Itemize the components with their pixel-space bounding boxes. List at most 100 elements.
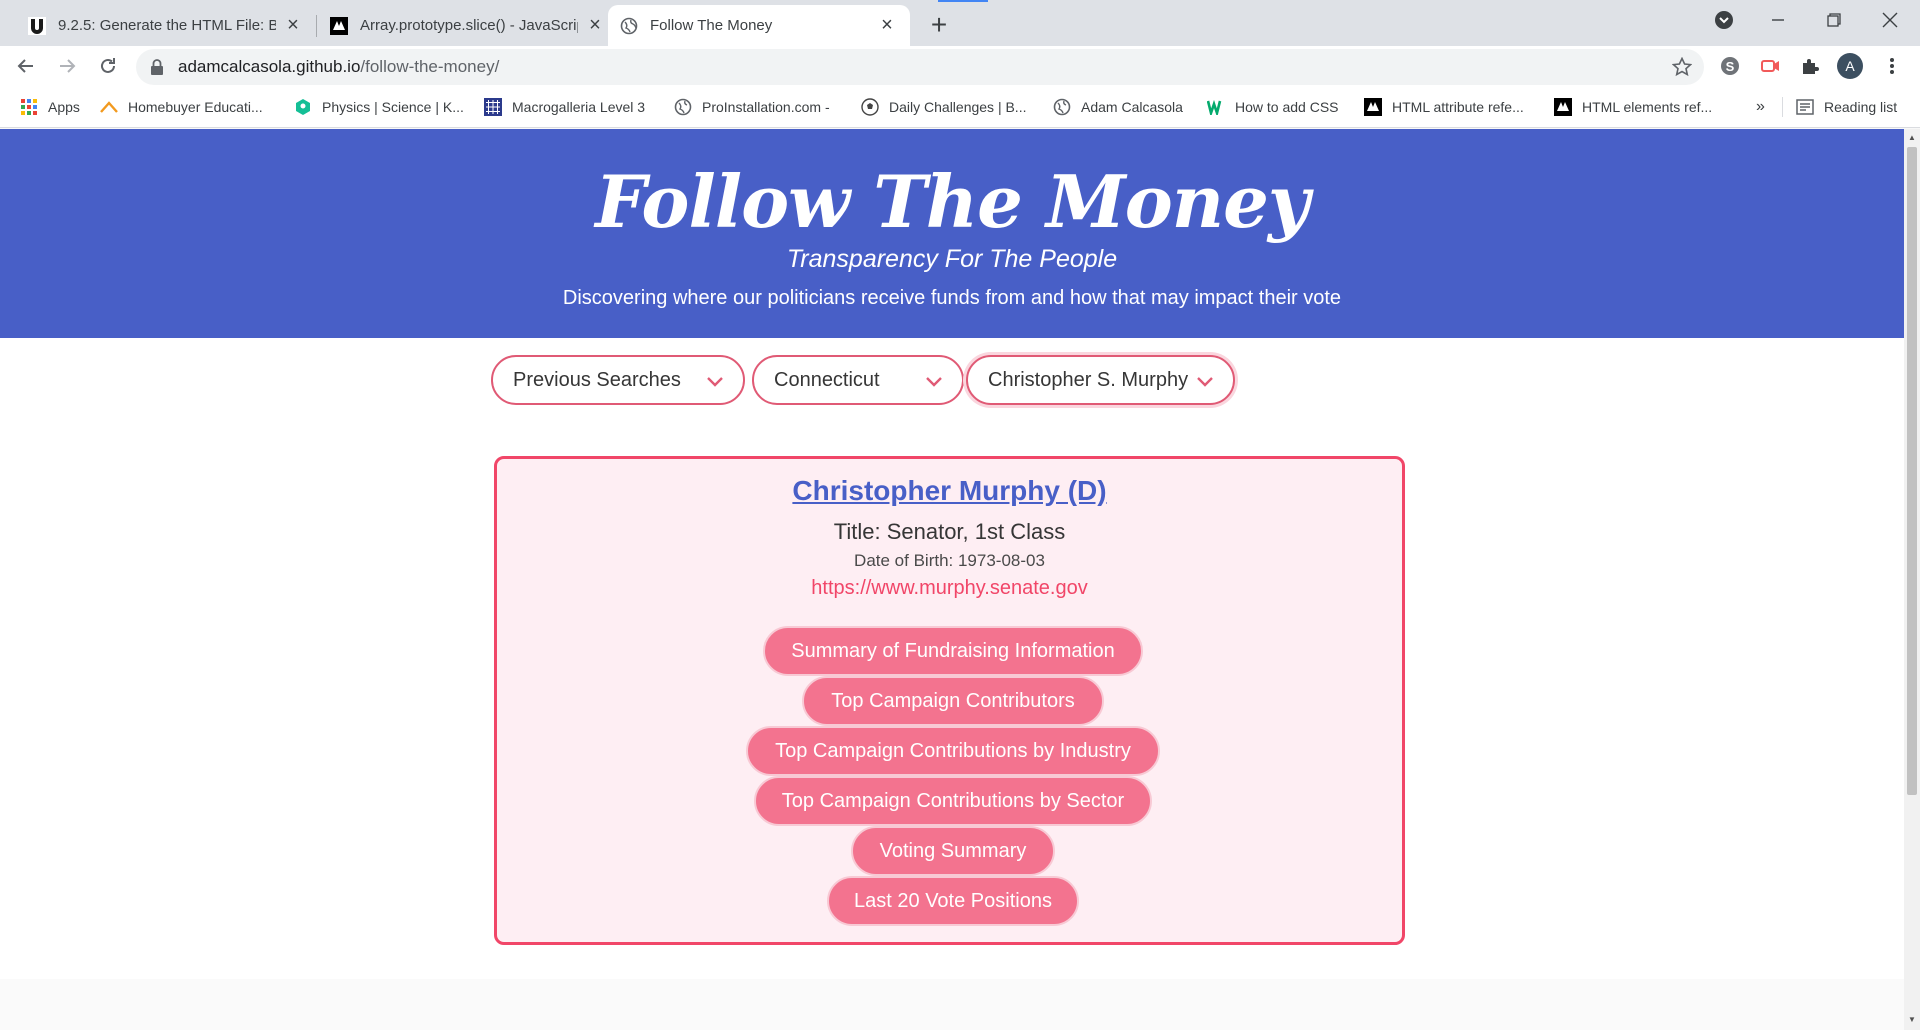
bookmark-label: Apps xyxy=(48,99,80,115)
politician-website-link[interactable]: https://www.murphy.senate.gov xyxy=(497,577,1402,600)
u-logo-icon xyxy=(28,16,46,35)
reading-list-label: Reading list xyxy=(1824,99,1898,115)
bookmark-label: HTML attribute refe... xyxy=(1392,99,1524,115)
screen-recorder-extension-button[interactable] xyxy=(1754,50,1786,82)
roof-icon xyxy=(100,98,118,116)
close-tab-icon[interactable]: × xyxy=(584,14,606,37)
new-tab-button[interactable]: + xyxy=(922,8,956,42)
bookmark-apps[interactable]: Apps xyxy=(20,95,80,119)
bookmark-physics[interactable]: Physics | Science | K... xyxy=(294,95,464,119)
page-description: Discovering where our politicians receiv… xyxy=(562,287,1342,309)
browser-toolbar: adamcalcasola.github.io/follow-the-money… xyxy=(0,46,1920,86)
minimize-icon xyxy=(1772,19,1784,21)
extensions-button[interactable] xyxy=(1794,50,1826,82)
globe-icon xyxy=(620,17,638,35)
tab-separator xyxy=(316,15,317,37)
reload-icon xyxy=(101,58,115,73)
tab-title: Array.prototype.slice() - JavaScrip xyxy=(360,17,578,34)
politician-select[interactable]: Christopher S. Murphy xyxy=(966,355,1235,405)
avatar: A xyxy=(1837,53,1863,79)
restore-button[interactable] xyxy=(1806,0,1862,40)
reading-list-button[interactable]: Reading list xyxy=(1796,95,1897,119)
bookmark-daily-challenges[interactable]: Daily Challenges | B... xyxy=(861,95,1026,119)
scroll-down-arrow-icon[interactable]: ▼ xyxy=(1907,1015,1917,1025)
arrow-right-icon xyxy=(60,59,76,73)
state-select[interactable]: Connecticut xyxy=(752,355,964,405)
skype-icon: S xyxy=(1721,57,1739,75)
forward-button[interactable] xyxy=(51,50,83,82)
page-subtitle: Transparency For The People xyxy=(786,245,1118,273)
bookmark-label: HTML elements ref... xyxy=(1582,99,1713,115)
close-window-button[interactable] xyxy=(1862,0,1918,40)
restore-icon xyxy=(1827,13,1841,27)
tab-generate-html[interactable]: 9.2.5: Generate the HTML File: Bo × xyxy=(16,5,316,46)
record-icon xyxy=(1761,60,1779,72)
close-tab-icon[interactable]: × xyxy=(282,14,304,37)
vote-positions-button[interactable]: Last 20 Vote Positions xyxy=(827,876,1079,926)
scrollbar-thumb[interactable] xyxy=(1907,147,1917,795)
more-vertical-icon xyxy=(1890,58,1894,74)
contributions-by-industry-button[interactable]: Top Campaign Contributions by Industry xyxy=(746,726,1160,776)
tab-title: 9.2.5: Generate the HTML File: Bo xyxy=(58,17,276,34)
soccer-ball-icon xyxy=(861,98,879,116)
select-value: Connecticut xyxy=(774,368,880,391)
mdn-logo-icon xyxy=(1364,98,1382,116)
tab-drag-indicator xyxy=(938,0,988,2)
contributions-by-sector-button[interactable]: Top Campaign Contributions by Sector xyxy=(754,776,1152,826)
apps-grid-icon xyxy=(20,98,38,116)
top-contributors-button[interactable]: Top Campaign Contributors xyxy=(802,676,1104,726)
chevron-down-icon xyxy=(707,377,723,387)
bookmarks-bar: Apps Homebuyer Educati... Physics | Scie… xyxy=(0,86,1920,128)
globe-icon xyxy=(1053,98,1071,116)
bookmark-label: Daily Challenges | B... xyxy=(889,99,1027,115)
bookmark-label: Homebuyer Educati... xyxy=(128,99,263,115)
tab-search-button[interactable] xyxy=(1696,0,1752,40)
chevron-down-icon xyxy=(926,377,942,387)
globe-icon xyxy=(674,98,692,116)
more-bookmarks-button[interactable]: » xyxy=(1756,95,1765,119)
page-title: Follow The Money xyxy=(595,159,1310,244)
previous-searches-select[interactable]: Previous Searches xyxy=(491,355,745,405)
reload-button[interactable] xyxy=(92,50,124,82)
select-value: Previous Searches xyxy=(513,368,681,391)
close-tab-icon[interactable]: × xyxy=(876,14,898,37)
browser-tab-strip: 9.2.5: Generate the HTML File: Bo × Arra… xyxy=(0,0,1920,46)
politician-dob: Date of Birth: 1973-08-03 xyxy=(854,551,1045,570)
w3schools-icon xyxy=(1207,98,1225,116)
bookmark-html-attribute-ref[interactable]: HTML attribute refe... xyxy=(1364,95,1524,119)
bookmark-label: Physics | Science | K... xyxy=(322,99,464,115)
politician-card: Christopher Murphy (D) Title: Senator, 1… xyxy=(494,456,1405,945)
fundraising-summary-button[interactable]: Summary of Fundraising Information xyxy=(763,626,1143,676)
bookmark-macrogalleria[interactable]: Macrogalleria Level 3 xyxy=(484,95,645,119)
reading-list-icon xyxy=(1796,98,1814,116)
bookmark-adam-calcasola[interactable]: Adam Calcasola xyxy=(1053,95,1183,119)
grid-logo-icon xyxy=(484,98,502,116)
bookmark-proinstallation[interactable]: ProInstallation.com - xyxy=(674,95,830,119)
skype-extension-button[interactable]: S xyxy=(1714,50,1746,82)
url-host: adamcalcasola.github.io xyxy=(178,57,361,76)
minimize-button[interactable] xyxy=(1750,0,1806,40)
chrome-menu-button[interactable] xyxy=(1876,50,1908,82)
tab-array-slice[interactable]: Array.prototype.slice() - JavaScrip × xyxy=(318,5,618,46)
voting-summary-button[interactable]: Voting Summary xyxy=(851,826,1055,876)
tab-follow-the-money[interactable]: Follow The Money × xyxy=(608,5,910,46)
bookmark-html-elements-ref[interactable]: HTML elements ref... xyxy=(1554,95,1712,119)
bookmark-homebuyer[interactable]: Homebuyer Educati... xyxy=(100,95,263,119)
tab-title: Follow The Money xyxy=(650,17,773,34)
profile-button[interactable]: A xyxy=(1834,50,1866,82)
bookmark-label: Macrogalleria Level 3 xyxy=(512,99,646,115)
address-bar[interactable]: adamcalcasola.github.io/follow-the-money… xyxy=(136,49,1704,85)
page-viewport: Follow The Money Transparency For The Pe… xyxy=(0,129,1904,1030)
hero-banner: Follow The Money Transparency For The Pe… xyxy=(0,129,1904,338)
back-button[interactable] xyxy=(10,50,42,82)
arrow-left-icon xyxy=(17,59,33,73)
bookmark-label: ProInstallation.com - xyxy=(702,99,830,115)
bookmark-star-icon[interactable] xyxy=(1671,56,1693,82)
khan-academy-icon xyxy=(294,98,312,116)
scroll-up-arrow-icon[interactable]: ▲ xyxy=(1907,133,1917,143)
close-icon xyxy=(1882,12,1898,28)
politician-name-link[interactable]: Christopher Murphy (D) xyxy=(497,475,1402,507)
page-scrollbar[interactable]: ▲ ▼ xyxy=(1904,129,1920,1030)
bookmark-how-to-add-css[interactable]: How to add CSS xyxy=(1207,95,1339,119)
mdn-logo-icon xyxy=(330,16,348,35)
